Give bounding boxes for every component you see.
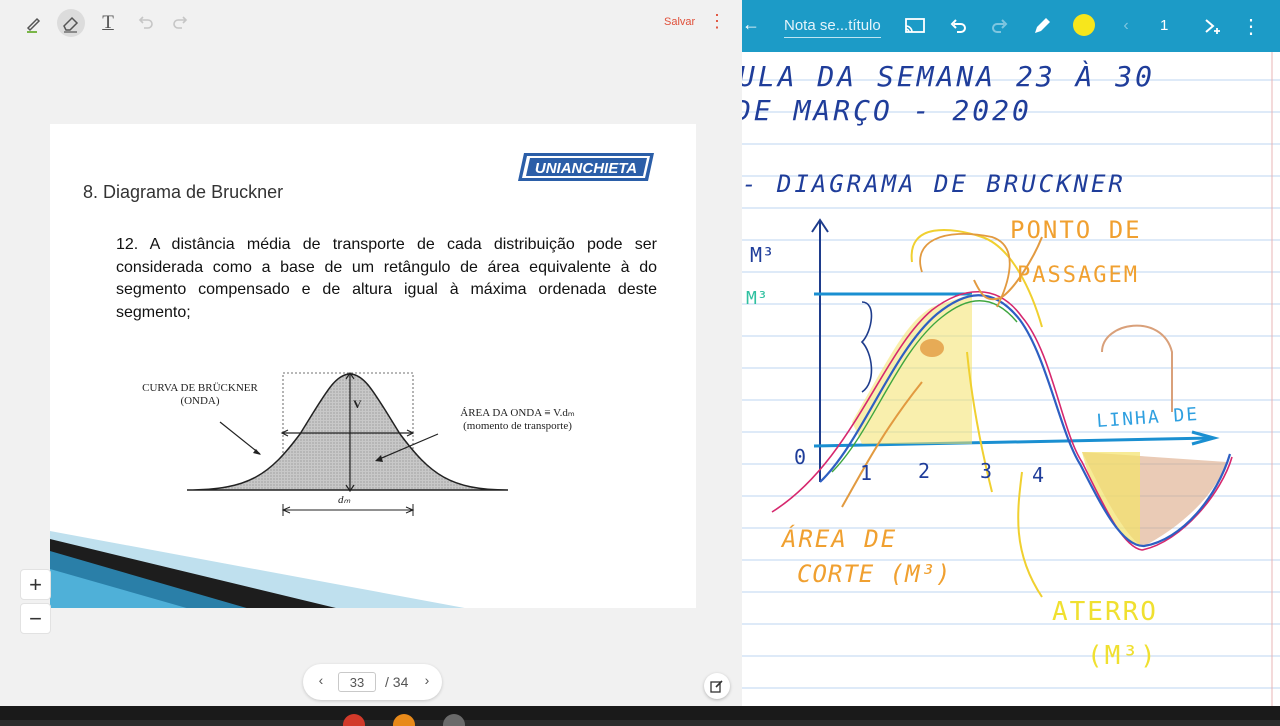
pdf-viewer-pane: T Salvar ⋮ UNIANCHIETA 8. Diagrama de Br… bbox=[0, 0, 742, 706]
zoom-out-button[interactable]: − bbox=[20, 603, 51, 634]
redo-icon[interactable] bbox=[167, 9, 195, 37]
axis-tick-1: 1 bbox=[860, 461, 872, 485]
bruckner-figure: CURVA DE BRÜCKNER (ONDA) ÁREA DA ONDA ≡ … bbox=[120, 364, 600, 534]
pen-icon[interactable] bbox=[1029, 14, 1055, 38]
axis-unit-top: M³ bbox=[750, 243, 774, 267]
slide-paragraph: 12. A distância média de transporte de c… bbox=[116, 236, 657, 321]
next-page-icon[interactable]: › bbox=[419, 672, 435, 688]
taskbar-app-icon[interactable] bbox=[343, 714, 365, 726]
undo-icon[interactable] bbox=[131, 9, 159, 37]
page-total: / 34 bbox=[385, 674, 409, 690]
text-icon[interactable]: T bbox=[94, 9, 122, 37]
curve-label: CURVA DE BRÜCKNER (ONDA) bbox=[142, 382, 258, 407]
note-title[interactable]: Nota se...título bbox=[784, 17, 881, 38]
pen-icon[interactable] bbox=[20, 9, 48, 37]
aterro-label: ATERRO bbox=[1052, 597, 1158, 627]
note-line-1: ULA DA SEMANA 23 À 30 bbox=[742, 59, 1155, 93]
logo-text: UNIANCHIETA bbox=[535, 160, 637, 177]
save-button[interactable]: Salvar bbox=[664, 16, 695, 28]
v-label: V bbox=[353, 397, 362, 411]
cast-icon[interactable] bbox=[902, 14, 928, 38]
back-arrow-icon[interactable]: ← bbox=[742, 14, 760, 35]
eraser-icon[interactable] bbox=[57, 9, 85, 37]
more-menu-icon[interactable]: ⋮ bbox=[708, 12, 726, 30]
axis-tick-2: 2 bbox=[918, 459, 930, 483]
color-dot[interactable] bbox=[1073, 14, 1095, 36]
area-label: ÁREA DA ONDA ≡ V.dₘ (momento de transpor… bbox=[460, 407, 575, 432]
taskbar bbox=[0, 706, 1280, 726]
redo-icon[interactable] bbox=[987, 14, 1013, 38]
handwritten-notes: ULA DA SEMANA 23 À 30 DE MARÇO - 2020 - … bbox=[742, 59, 1200, 671]
axis-tick-4: 4 bbox=[1032, 463, 1044, 487]
slide-heading: 8. Diagrama de Bruckner bbox=[83, 182, 284, 202]
pdf-page: UNIANCHIETA 8. Diagrama de Bruckner 12. … bbox=[50, 124, 696, 608]
taskbar-app-icon[interactable] bbox=[393, 714, 415, 726]
ponto-label: PONTO DE bbox=[1010, 216, 1142, 244]
prev-page-icon[interactable]: ‹ bbox=[1113, 14, 1139, 38]
note-line-2: DE MARÇO - 2020 bbox=[742, 94, 1032, 127]
unianchieta-logo: UNIANCHIETA bbox=[518, 153, 654, 181]
axis-zero: 0 bbox=[794, 445, 806, 469]
zoom-in-button[interactable]: + bbox=[20, 569, 51, 600]
corte-label: CORTE (M³) bbox=[797, 560, 952, 588]
slide-decoration bbox=[50, 531, 465, 608]
aterro-unit-label: (M³) bbox=[1087, 641, 1158, 671]
axis-tick-3: 3 bbox=[980, 459, 992, 483]
more-icon[interactable]: ⋮ bbox=[1238, 14, 1264, 38]
area-label: ÁREA DE bbox=[780, 524, 897, 553]
note-page-number: 1 bbox=[1160, 17, 1169, 34]
passagem-label: PASSAGEM bbox=[1017, 263, 1139, 288]
linha-label: LINHA DE bbox=[1096, 404, 1200, 432]
annotation-toolbar: T Salvar ⋮ bbox=[0, 0, 742, 46]
dm-label: dₘ bbox=[338, 494, 351, 506]
add-page-icon[interactable] bbox=[1200, 14, 1226, 38]
note-toolbar: ← Nota se...título ‹ 1 ⋮ bbox=[742, 0, 1280, 52]
axis-unit-side: M³ bbox=[746, 288, 768, 309]
taskbar-app-icon[interactable] bbox=[443, 714, 465, 726]
page-navigator: ‹ / 34 › bbox=[303, 664, 442, 700]
note-line-3: - DIAGRAMA DE BRUCKNER bbox=[742, 170, 1126, 198]
undo-icon[interactable] bbox=[945, 14, 971, 38]
note-app-pane: ← Nota se...título ‹ 1 ⋮ ULA DA SEMANA 2… bbox=[742, 0, 1280, 706]
annotate-icon[interactable] bbox=[704, 673, 730, 699]
prev-page-icon[interactable]: ‹ bbox=[313, 672, 329, 688]
page-number-input[interactable] bbox=[338, 672, 376, 692]
